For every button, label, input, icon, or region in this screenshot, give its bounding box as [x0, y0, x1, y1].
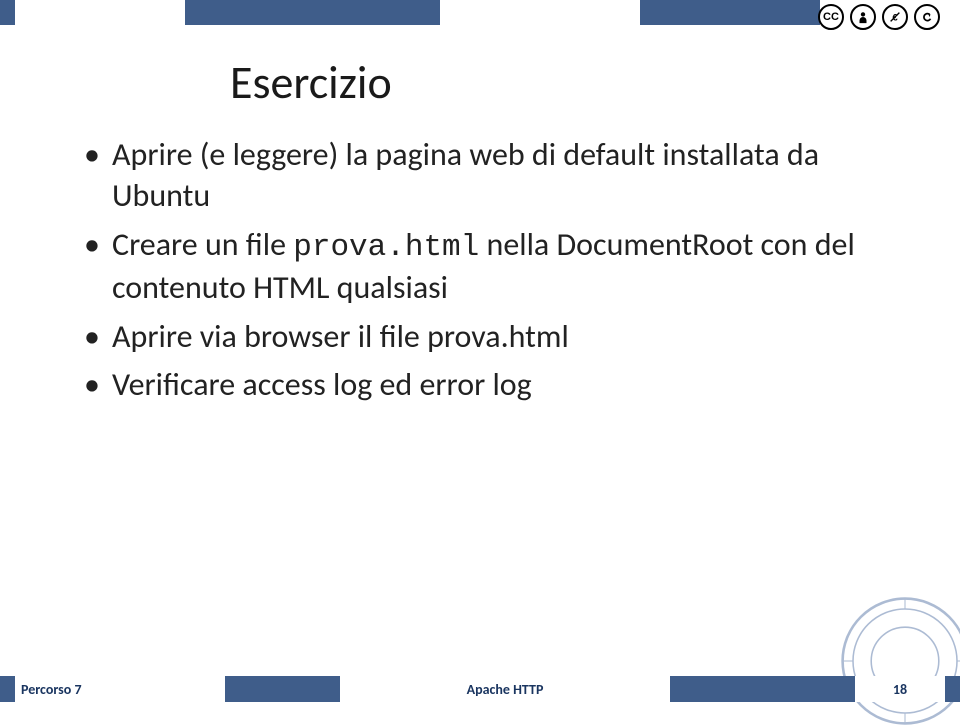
- inline-code: prova.html: [293, 230, 479, 265]
- bullet-item: Creare un file prova.html nella Document…: [80, 225, 890, 309]
- slide-content: Esercizio Aprire (e leggere) la pagina w…: [0, 25, 960, 406]
- bullet-item: Verificare access log ed error log: [80, 365, 890, 406]
- bullet-text: Aprire (e leggere) la pagina web di defa…: [112, 135, 819, 215]
- bullet-text: Aprire via browser il file prova.html: [112, 317, 569, 356]
- bullet-item: Aprire via browser il file prova.html: [80, 317, 890, 358]
- cc-nc-icon: €: [882, 4, 908, 30]
- top-accent-bar: [0, 0, 960, 25]
- bullet-item: Aprire (e leggere) la pagina web di defa…: [80, 135, 890, 217]
- cc-by-icon: [850, 4, 876, 30]
- page-number: 18: [893, 681, 907, 698]
- cc-sa-icon: [914, 4, 940, 30]
- cc-license-badges: CC €: [818, 4, 940, 30]
- slide-title: Esercizio: [230, 55, 890, 111]
- footer-center-text: Apache HTTP: [467, 681, 544, 698]
- institution-seal: [840, 596, 960, 726]
- bullet-list: Aprire (e leggere) la pagina web di defa…: [80, 135, 890, 406]
- cc-icon: CC: [818, 4, 844, 30]
- slide-footer: Percorso 7 Apache HTTP 18: [0, 676, 960, 702]
- footer-left-text: Percorso 7: [21, 681, 82, 698]
- bullet-text-pre: Creare un file: [112, 225, 293, 264]
- bullet-text: Verificare access log ed error log: [112, 365, 532, 404]
